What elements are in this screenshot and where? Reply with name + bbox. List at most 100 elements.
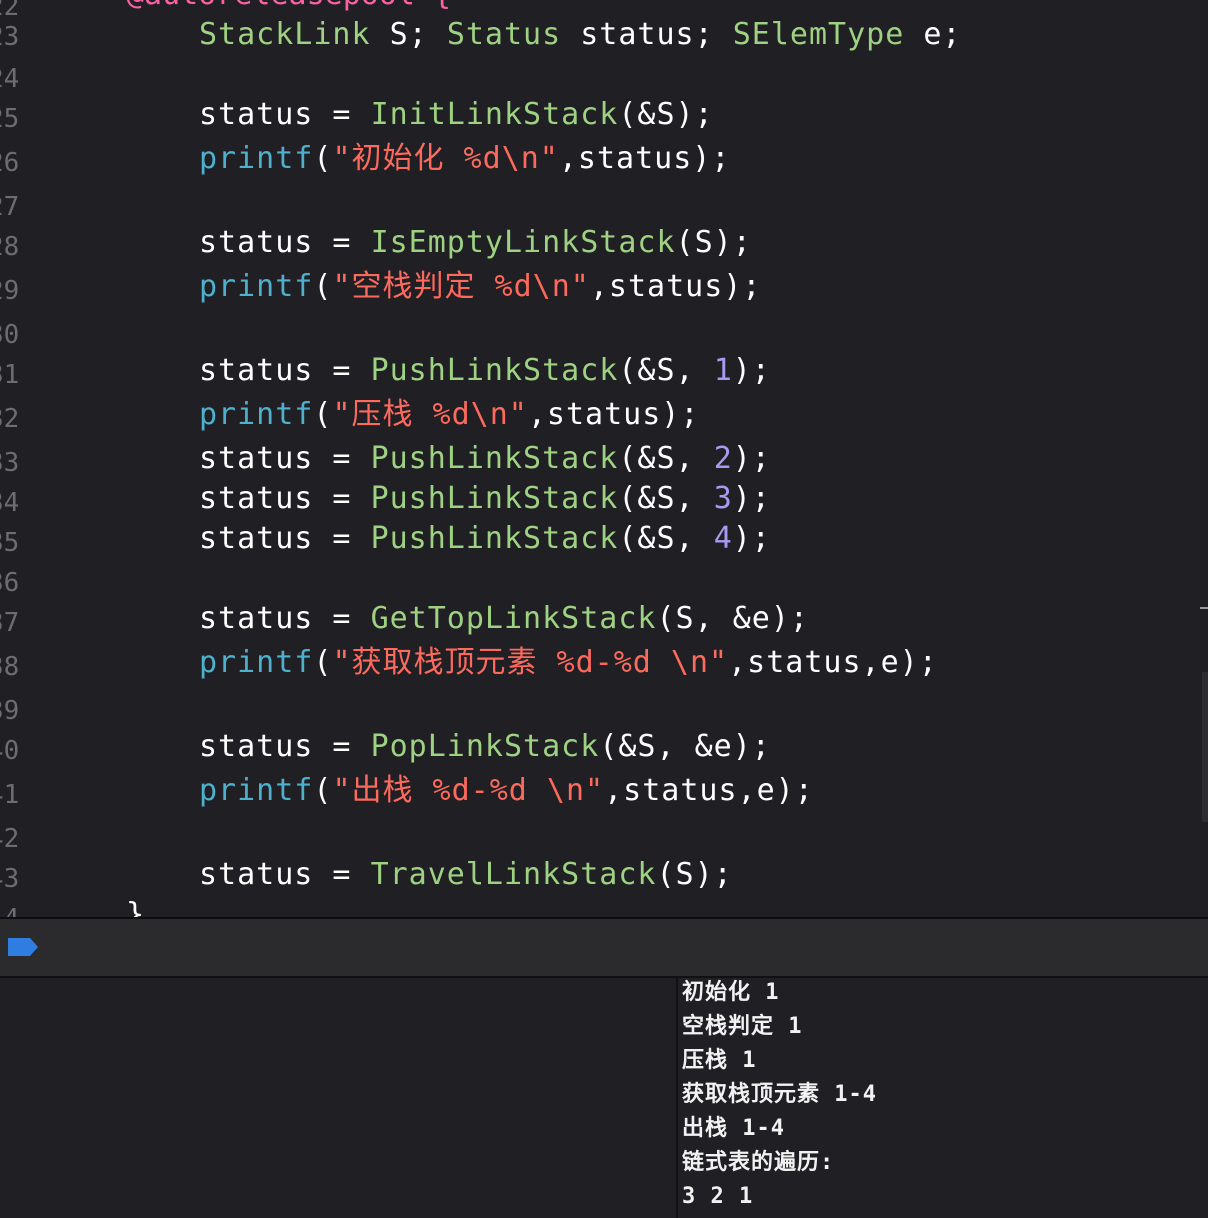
code-token: status = [199,225,371,260]
console-line: 初始化 1 [682,980,780,1005]
code-token: (S); [675,225,752,260]
console-line: 出栈 1-4 [682,1116,785,1141]
code-token: 4 [713,521,733,556]
line-number[interactable]: 36 [0,568,28,598]
code-line[interactable]: status = PopLinkStack(&S, &e); [199,730,771,764]
line-number[interactable]: 42 [0,824,28,854]
line-number[interactable]: 37 [0,608,28,638]
code-token: InitLinkStack [370,97,619,132]
line-number[interactable]: 31 [0,360,28,390]
code-token: (S); [656,857,733,892]
autoreleasepool-line: @autoreleasepool { [126,0,451,12]
code-token: "空栈判定 %d\n" [332,269,590,304]
code-line[interactable]: status = TravelLinkStack(S); [199,858,733,892]
code-token: ,status); [558,141,731,176]
code-line[interactable]: status = PushLinkStack(&S, 3); [199,482,771,516]
line-number[interactable]: 30 [0,320,28,350]
code-token: status = [199,729,371,764]
code-token: ( [313,141,333,176]
line-number[interactable]: 29 [0,276,28,306]
code-token: "初始化 %d\n" [332,141,559,176]
console-line: 3 2 1 [682,1184,754,1209]
breakpoints-toggle-icon[interactable] [8,938,38,956]
code-line[interactable]: status = PushLinkStack(&S, 4); [199,522,771,556]
code-token: PushLinkStack [370,353,619,388]
closing-brace: } [126,897,145,919]
code-line[interactable]: printf("出栈 %d-%d \n",status,e); [199,774,814,808]
code-line[interactable]: printf("空栈判定 %d\n",status); [199,270,761,304]
line-number[interactable]: 41 [0,780,28,810]
console-line: 链式表的遍历: [682,1150,835,1175]
code-token: (&S, [618,441,714,476]
code-token: 3 [713,481,733,516]
code-editor[interactable]: @autoreleasepool { 222324252627282930313… [0,0,1208,918]
debug-bar [0,919,1208,978]
code-token: ( [313,773,333,808]
code-line[interactable]: status = PushLinkStack(&S, 1); [199,354,771,388]
code-token: ( [313,645,333,680]
code-token: "获取栈顶元素 %d-%d \n" [332,645,729,680]
code-token: printf [199,645,314,680]
code-token: ,status,e); [728,645,938,680]
code-token: (&S, [618,481,714,516]
code-token: 1 [713,353,733,388]
console-line: 压栈 1 [682,1048,757,1073]
code-token: ,status); [527,397,700,432]
code-token: Status [446,17,562,52]
code-line[interactable]: printf("压栈 %d\n",status); [199,398,699,432]
code-token: (&S, [618,353,714,388]
code-token: ); [732,521,771,556]
line-number[interactable]: 25 [0,104,28,134]
code-token: status; [561,17,733,52]
variables-view[interactable] [0,978,678,1218]
code-token: PushLinkStack [370,441,619,476]
code-token: status = [199,353,371,388]
code-line[interactable]: status = IsEmptyLinkStack(S); [199,226,752,260]
code-token: "压栈 %d\n" [332,397,528,432]
line-number[interactable]: 43 [0,864,28,894]
line-number[interactable]: 35 [0,528,28,558]
code-token: GetTopLinkStack [370,601,657,636]
code-line[interactable]: status = GetTopLinkStack(S, &e); [199,602,809,636]
console-output[interactable]: 初始化 1 空栈判定 1 压栈 1 获取栈顶元素 1-4 出栈 1-4 链式表的遍历: 3 … [678,978,1208,1218]
code-line[interactable]: printf("初始化 %d\n",status); [199,142,730,176]
line-number[interactable]: 40 [0,736,28,766]
code-token: status = [199,521,371,556]
code-token: ); [732,441,771,476]
code-token: PopLinkStack [370,729,600,764]
code-token: StackLink [199,17,371,52]
code-line[interactable]: status = PushLinkStack(&S, 2); [199,442,771,476]
line-number[interactable]: 44 [0,904,28,918]
code-token: status = [199,857,371,892]
code-token: ( [313,397,333,432]
code-line[interactable]: status = InitLinkStack(&S); [199,98,714,132]
code-token: TravelLinkStack [370,857,657,892]
code-token: e; [904,17,962,52]
line-number[interactable]: 23 [0,22,28,52]
line-number[interactable]: 22 [0,0,28,22]
code-token: ); [732,353,771,388]
code-token: (&S, &e); [599,729,771,764]
line-number[interactable]: 33 [0,448,28,478]
code-token: ( [313,269,333,304]
code-token: "出栈 %d-%d \n" [332,773,605,808]
code-line[interactable]: printf("获取栈顶元素 %d-%d \n",status,e); [199,646,938,680]
line-number[interactable]: 24 [0,64,28,94]
code-token: IsEmptyLinkStack [370,225,676,260]
line-number[interactable]: 28 [0,232,28,262]
code-token: status = [199,97,371,132]
console-line: 空栈判定 1 [682,1014,803,1039]
code-token: (&S); [618,97,714,132]
line-number[interactable]: 39 [0,696,28,726]
editor-scrollbar[interactable] [1202,672,1208,822]
code-token: status = [199,601,371,636]
code-token: PushLinkStack [370,481,619,516]
line-number[interactable]: 38 [0,652,28,682]
line-number[interactable]: 32 [0,404,28,434]
line-number[interactable]: 26 [0,148,28,178]
code-token: ,status,e); [604,773,814,808]
line-number[interactable]: 27 [0,192,28,222]
line-number[interactable]: 34 [0,488,28,518]
scroll-marker [1200,607,1208,609]
code-line[interactable]: StackLink S; Status status; SElemType e; [199,18,962,52]
